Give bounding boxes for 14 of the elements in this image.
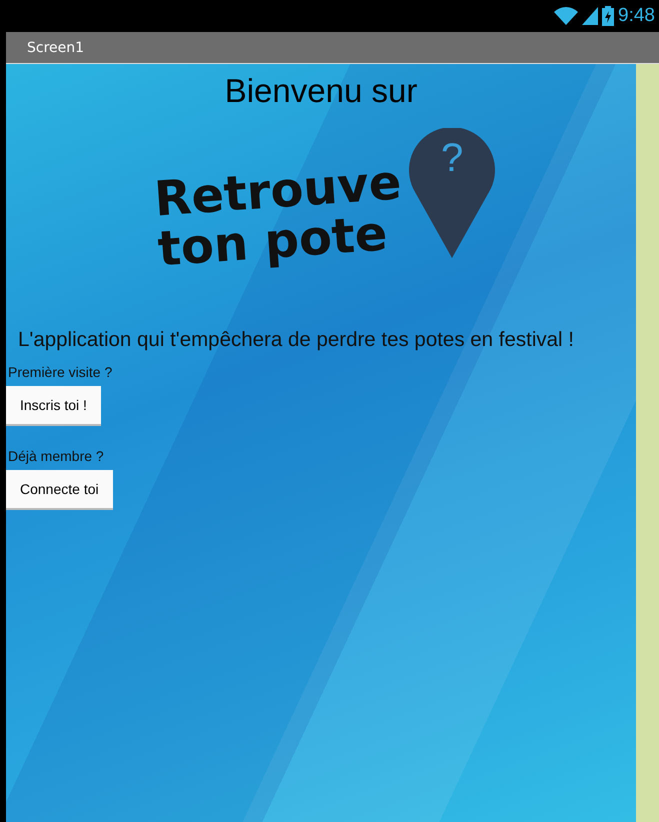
- action-button[interactable]: Inscris toi !: [6, 386, 101, 426]
- welcome-heading: Bienvenu sur: [224, 72, 418, 110]
- tagline: L'application qui t'empêchera de perdre tes potes en festival !: [18, 328, 575, 352]
- wifi-icon: [554, 7, 578, 25]
- action-button[interactable]: Connecte toi: [6, 470, 113, 510]
- section-label: Déjà membre ?: [8, 448, 105, 464]
- battery-icon: [602, 6, 614, 26]
- screen-title: Screen1: [27, 40, 84, 56]
- logo-text: Retrouve ton pote: [152, 158, 404, 274]
- pin-question-mark: ?: [440, 136, 464, 181]
- section-label: Première visite ?: [8, 364, 114, 380]
- map-pin-icon: [409, 128, 496, 258]
- status-time: 9:48: [618, 5, 655, 27]
- signal-icon: [582, 7, 598, 25]
